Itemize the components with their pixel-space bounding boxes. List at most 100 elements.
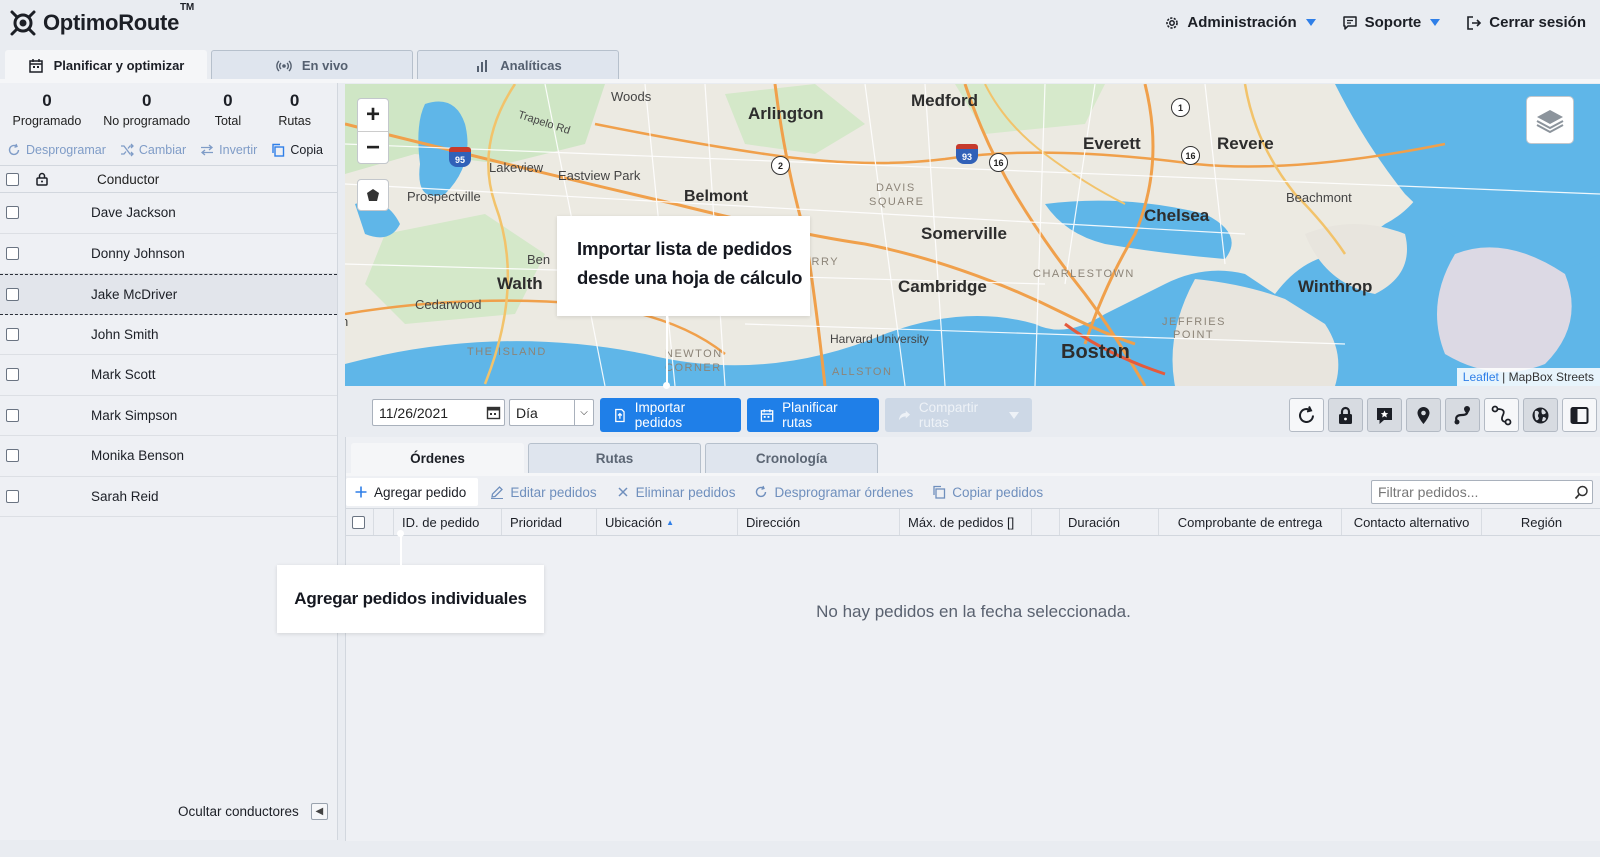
date-input[interactable]: 11/26/2021 <box>372 399 505 426</box>
driver-row[interactable]: John Smith <box>0 315 337 355</box>
column-priority[interactable]: Prioridad <box>502 509 597 535</box>
row-checkbox[interactable] <box>6 408 19 422</box>
map-label: Everett <box>1083 134 1141 153</box>
row-checkbox[interactable] <box>6 449 19 463</box>
calendar-icon[interactable] <box>486 405 501 420</box>
copy-orders-button[interactable]: Copiar pedidos <box>932 485 1043 500</box>
period-select[interactable]: Día ⌵ <box>509 399 594 426</box>
map-label: CHARLESTOWN <box>1033 268 1135 280</box>
column-region[interactable]: Región <box>1482 509 1600 535</box>
copy-button[interactable]: Copia <box>271 143 323 157</box>
route-lines-button[interactable] <box>1484 398 1519 432</box>
map-layers-button[interactable] <box>1526 96 1574 144</box>
route-icon <box>1454 405 1470 424</box>
tab-live[interactable]: En vivo <box>211 50 413 80</box>
column-duration[interactable]: Duración <box>1060 509 1159 535</box>
logo[interactable]: OptimoRouteTM <box>8 2 194 38</box>
driver-row[interactable]: Dave Jackson <box>0 193 337 234</box>
copy-icon <box>933 485 946 499</box>
orders-panel: Órdenes Rutas Cronología Agregar pedido … <box>345 437 1600 841</box>
row-checkbox[interactable] <box>6 327 19 341</box>
plan-routes-button[interactable]: Planificar rutas <box>747 398 879 432</box>
map-view[interactable]: Woods Arlington Medford Everett Revere T… <box>345 84 1600 386</box>
column-address[interactable]: Dirección <box>738 509 900 535</box>
route-shield: 2 <box>771 156 790 175</box>
map-label: POINT <box>1173 329 1215 341</box>
lock-icon <box>1339 406 1352 424</box>
route-shield: 16 <box>1181 146 1200 165</box>
map-label: Medford <box>911 91 979 110</box>
globe-view-button[interactable] <box>1523 398 1558 432</box>
row-checkbox[interactable] <box>6 368 19 382</box>
stat-total: 0 Total <box>214 90 242 128</box>
search-icon <box>1574 485 1588 500</box>
row-checkbox[interactable] <box>6 206 19 220</box>
row-checkbox[interactable] <box>6 246 19 260</box>
lock-icon[interactable] <box>35 172 49 186</box>
tab-plan-optimize[interactable]: Planificar y optimizar <box>5 50 207 80</box>
map-label: Belmont <box>684 188 748 205</box>
toggle-panel-button[interactable] <box>1562 398 1597 432</box>
filter-orders-input[interactable]: Filtrar pedidos... <box>1371 480 1593 504</box>
tab-routes[interactable]: Rutas <box>528 443 701 473</box>
zoom-out-button[interactable]: − <box>358 131 388 163</box>
map-label: Arlington <box>748 104 824 123</box>
column-alt-contact[interactable]: Contacto alternativo <box>1342 509 1482 535</box>
chevron-left-icon[interactable]: ◀ <box>310 803 328 820</box>
edit-orders-button[interactable]: Editar pedidos <box>490 485 597 500</box>
select-all-checkbox[interactable] <box>352 515 365 529</box>
hide-drivers-toggle[interactable]: Ocultar conductores ◀ <box>178 803 328 820</box>
import-orders-button[interactable]: Importar pedidos <box>600 398 741 432</box>
add-order-button[interactable]: Agregar pedido <box>346 478 479 506</box>
import-callout: Importar lista de pedidos desde una hoja… <box>557 216 810 316</box>
unschedule-orders-button[interactable]: Desprogramar órdenes <box>754 485 913 500</box>
logout-button[interactable]: Cerrar sesión <box>1466 14 1586 31</box>
tab-timeline[interactable]: Cronología <box>705 443 878 473</box>
zoom-in-button[interactable]: + <box>358 99 388 131</box>
top-nav: Administración Soporte Cerrar sesión <box>1164 0 1586 45</box>
map-label: JEFFRIES <box>1162 316 1226 328</box>
map-tool-buttons <box>1289 398 1597 432</box>
column-location[interactable]: Ubicación ▲ <box>597 509 738 535</box>
row-checkbox[interactable] <box>6 489 19 503</box>
select-all-checkbox[interactable] <box>6 172 19 186</box>
logout-label: Cerrar sesión <box>1489 14 1586 31</box>
admin-menu[interactable]: Administración <box>1164 14 1316 31</box>
driver-row[interactable]: Monika Benson <box>0 436 337 477</box>
delete-orders-button[interactable]: Eliminar pedidos <box>616 485 735 500</box>
refresh-button[interactable] <box>1289 398 1324 432</box>
copy-icon <box>272 143 285 157</box>
driver-row[interactable]: Sarah Reid <box>0 477 337 517</box>
map-attribution: Leaflet | MapBox Streets <box>1456 368 1600 386</box>
tab-analytics[interactable]: Analíticas <box>417 50 619 80</box>
column-order-id[interactable]: ID. de pedido <box>394 509 502 535</box>
invert-button[interactable]: Invertir <box>200 143 257 157</box>
column-proof-of-delivery[interactable]: Comprobante de entrega <box>1159 509 1342 535</box>
map-label: DAVIS <box>876 182 916 194</box>
column-max-orders[interactable]: Máx. de pedidos [] <box>900 509 1032 535</box>
interstate-shield: 95 <box>449 147 471 167</box>
leaflet-link[interactable]: Leaflet <box>1463 370 1499 384</box>
orders-tabs: Órdenes Rutas Cronología <box>351 443 878 473</box>
caret-down-icon <box>1305 19 1316 26</box>
map-label: Ben <box>527 252 551 267</box>
row-checkbox[interactable] <box>6 287 19 301</box>
driver-row[interactable]: Donny Johnson <box>0 234 337 274</box>
swap-button[interactable]: Cambiar <box>120 143 186 157</box>
show-routes-button[interactable] <box>1445 398 1480 432</box>
driver-row[interactable]: Mark Scott <box>0 355 337 396</box>
order-tools: Agregar pedido Editar pedidos Eliminar p… <box>346 478 1600 506</box>
layers-icon <box>1536 110 1564 134</box>
draw-polygon-button[interactable] <box>357 179 389 211</box>
lock-routes-button[interactable] <box>1328 398 1363 432</box>
driver-row-selected[interactable]: Jake McDriver <box>0 274 337 315</box>
share-routes-button: Compartir rutas <box>885 398 1032 432</box>
driver-row[interactable]: Mark Simpson <box>0 396 337 436</box>
show-locations-button[interactable] <box>1406 398 1441 432</box>
tab-orders[interactable]: Órdenes <box>351 443 524 473</box>
support-menu[interactable]: Soporte <box>1342 14 1441 31</box>
support-label: Soporte <box>1364 14 1422 31</box>
unschedule-button[interactable]: Desprogramar <box>7 143 106 157</box>
map-label: NEWTON <box>665 348 723 360</box>
notifications-button[interactable] <box>1367 398 1402 432</box>
